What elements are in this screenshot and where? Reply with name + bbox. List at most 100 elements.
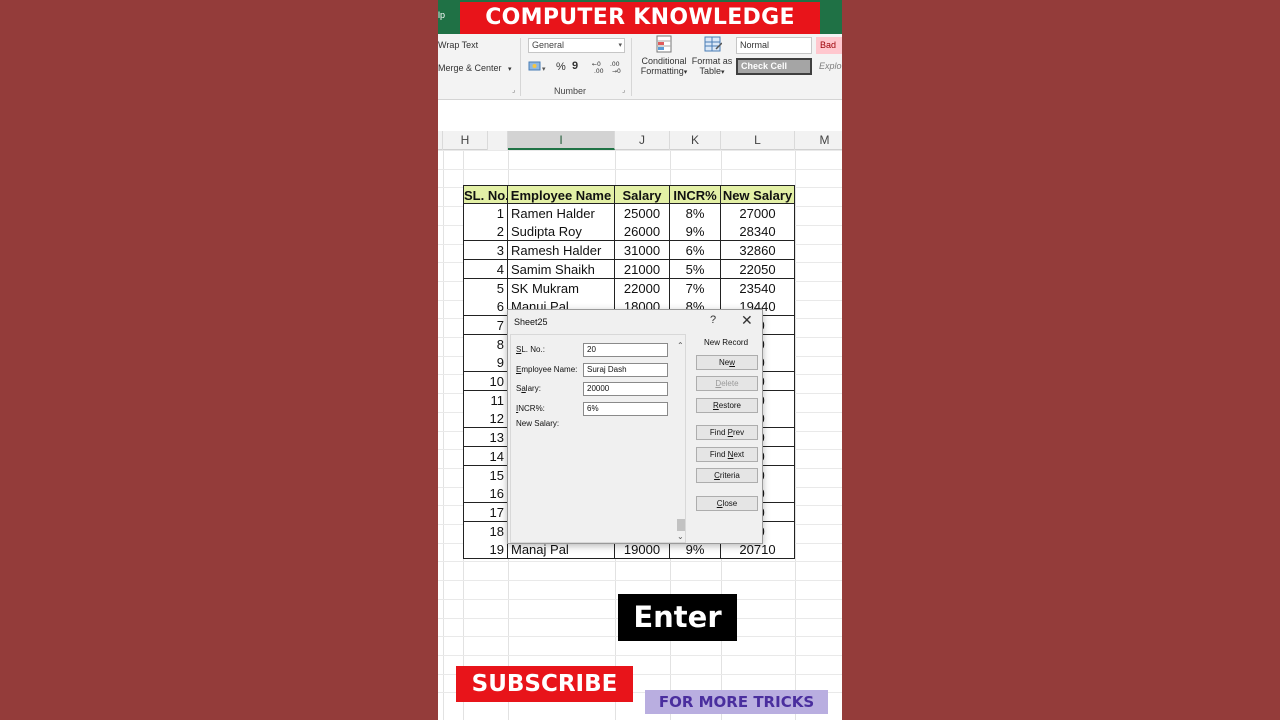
table-header-new-salary[interactable]: New Salary xyxy=(721,185,795,204)
close-button[interactable]: Close xyxy=(696,496,758,511)
cell-sl-no[interactable]: 4 xyxy=(463,259,508,279)
help-tab[interactable]: lp xyxy=(438,10,445,20)
restore-button[interactable]: Restore xyxy=(696,398,758,413)
svg-text:.00: .00 xyxy=(610,61,620,68)
label-part: Ne xyxy=(718,358,730,367)
column-header-l[interactable]: L xyxy=(721,131,795,150)
increase-decimal-button[interactable]: ←0 .00 xyxy=(592,60,608,76)
cell-sl-no[interactable]: 18 xyxy=(463,521,508,541)
new-button[interactable]: New xyxy=(696,355,758,370)
cell-employee-name[interactable]: Samim Shaikh xyxy=(508,259,615,279)
cell-incr[interactable]: 5% xyxy=(670,259,721,279)
gridline-horizontal xyxy=(438,561,842,563)
cell-sl-no[interactable]: 5 xyxy=(463,278,508,298)
style-normal[interactable]: Normal xyxy=(736,37,812,54)
merge-center-button[interactable]: Merge & Center ▾ xyxy=(438,63,512,73)
cell-new-salary[interactable]: 32860 xyxy=(721,241,795,261)
record-field-input[interactable]: 20 xyxy=(583,343,668,357)
cell-sl-no[interactable]: 9 xyxy=(463,353,508,373)
column-header-i[interactable]: I xyxy=(508,131,615,150)
format-as-table-button[interactable]: Format as Table▾ xyxy=(690,34,734,76)
criteria-button[interactable]: Criteria xyxy=(696,468,758,483)
field-label: Salary: xyxy=(516,384,541,393)
cell-sl-no[interactable]: 2 xyxy=(463,222,508,242)
cell-employee-name[interactable]: SK Mukram xyxy=(508,278,615,298)
record-field-input[interactable]: 20000 xyxy=(583,382,668,396)
dialog-launcher-icon[interactable]: ⌟ xyxy=(512,86,515,94)
cell-sl-no[interactable]: 1 xyxy=(463,203,508,223)
chevron-up-icon[interactable]: ⌃ xyxy=(677,341,684,350)
percent-label: % xyxy=(556,61,566,73)
cell-sl-no[interactable]: 7 xyxy=(463,315,508,335)
cell-incr[interactable]: 9% xyxy=(670,222,721,242)
field-label: SL. No.: xyxy=(516,345,545,354)
cell-salary[interactable]: 25000 xyxy=(615,203,670,223)
style-explanatory[interactable]: Explo xyxy=(816,59,842,76)
help-icon[interactable]: ? xyxy=(710,314,716,326)
gridline-vertical xyxy=(795,150,796,720)
delete-button[interactable]: Delete xyxy=(696,376,758,391)
cell-incr[interactable]: 7% xyxy=(670,278,721,298)
cell-new-salary[interactable]: 22050 xyxy=(721,259,795,279)
cell-sl-no[interactable]: 19 xyxy=(463,540,508,560)
style-bad[interactable]: Bad xyxy=(816,37,842,54)
column-header-j[interactable]: J xyxy=(615,131,670,150)
decrease-decimal-button[interactable]: .00 →0 xyxy=(610,60,626,76)
cell-employee-name[interactable]: Sudipta Roy xyxy=(508,222,615,242)
label-part: estore xyxy=(718,401,741,410)
cell-incr[interactable]: 8% xyxy=(670,203,721,223)
conditional-formatting-button[interactable]: Conditional Formatting▾ xyxy=(638,34,690,76)
cell-new-salary[interactable]: 27000 xyxy=(721,203,795,223)
label-part: Find xyxy=(709,428,728,437)
chevron-down-icon[interactable]: ⌄ xyxy=(677,532,684,541)
cell-new-salary[interactable]: 23540 xyxy=(721,278,795,298)
number-format-dropdown[interactable]: General ▾ xyxy=(528,38,625,53)
cell-new-salary[interactable]: 28340 xyxy=(721,222,795,242)
scrollbar-thumb[interactable] xyxy=(677,519,685,531)
enter-caption: Enter xyxy=(618,594,737,641)
record-scrollbar[interactable]: ⌃ ⌄ xyxy=(676,341,686,541)
cell-sl-no[interactable]: 3 xyxy=(463,241,508,261)
dialog-launcher-icon[interactable]: ⌟ xyxy=(622,86,625,94)
close-icon[interactable]: ✕ xyxy=(741,312,753,329)
table-header-sl-no[interactable]: SL. No. xyxy=(463,185,508,204)
record-field-input[interactable]: Suraj Dash xyxy=(583,363,668,377)
cell-salary[interactable]: 21000 xyxy=(615,259,670,279)
cell-incr[interactable]: 6% xyxy=(670,241,721,261)
table-header-employee-name[interactable]: Employee Name xyxy=(508,185,615,204)
label-part: rev xyxy=(733,428,745,437)
subscribe-banner[interactable]: SUBSCRIBE xyxy=(456,666,633,702)
record-field-input[interactable]: 6% xyxy=(583,402,668,416)
column-header-spacer xyxy=(488,131,508,150)
ribbon: Wrap Text Merge & Center ▾ ⌟ General ▾ ▾… xyxy=(438,34,842,100)
percent-style-button[interactable]: % xyxy=(556,61,566,73)
find-next-button[interactable]: Find Next xyxy=(696,447,758,462)
cell-employee-name[interactable]: Ramen Halder xyxy=(508,203,615,223)
table-header-salary[interactable]: Salary xyxy=(615,185,670,204)
cell-sl-no[interactable]: 15 xyxy=(463,465,508,485)
cell-sl-no[interactable]: 11 xyxy=(463,390,508,410)
cell-employee-name[interactable]: Ramesh Halder xyxy=(508,241,615,261)
style-check-cell[interactable]: Check Cell xyxy=(736,58,812,75)
currency-button[interactable]: ▾ xyxy=(528,60,548,76)
column-header-m[interactable]: M xyxy=(795,131,842,150)
cell-sl-no[interactable]: 12 xyxy=(463,409,508,429)
conditional-formatting-label-1: Conditional xyxy=(641,56,687,66)
cell-salary[interactable]: 31000 xyxy=(615,241,670,261)
wrap-text-button[interactable]: Wrap Text xyxy=(438,40,478,50)
cell-sl-no[interactable]: 17 xyxy=(463,502,508,522)
cell-salary[interactable]: 26000 xyxy=(615,222,670,242)
column-header-h[interactable]: H xyxy=(443,131,488,150)
cell-sl-no[interactable]: 8 xyxy=(463,334,508,354)
cell-sl-no[interactable]: 6 xyxy=(463,297,508,317)
cell-sl-no[interactable]: 14 xyxy=(463,446,508,466)
find-prev-button[interactable]: Find Prev xyxy=(696,425,758,440)
cell-sl-no[interactable]: 16 xyxy=(463,484,508,504)
cell-sl-no[interactable]: 13 xyxy=(463,428,508,448)
cell-salary[interactable]: 22000 xyxy=(615,278,670,298)
table-header-incr[interactable]: INCR% xyxy=(670,185,721,204)
comma-style-button[interactable]: 9 xyxy=(572,60,578,72)
cell-sl-no[interactable]: 10 xyxy=(463,372,508,391)
group-divider xyxy=(520,38,521,96)
column-header-k[interactable]: K xyxy=(670,131,721,150)
